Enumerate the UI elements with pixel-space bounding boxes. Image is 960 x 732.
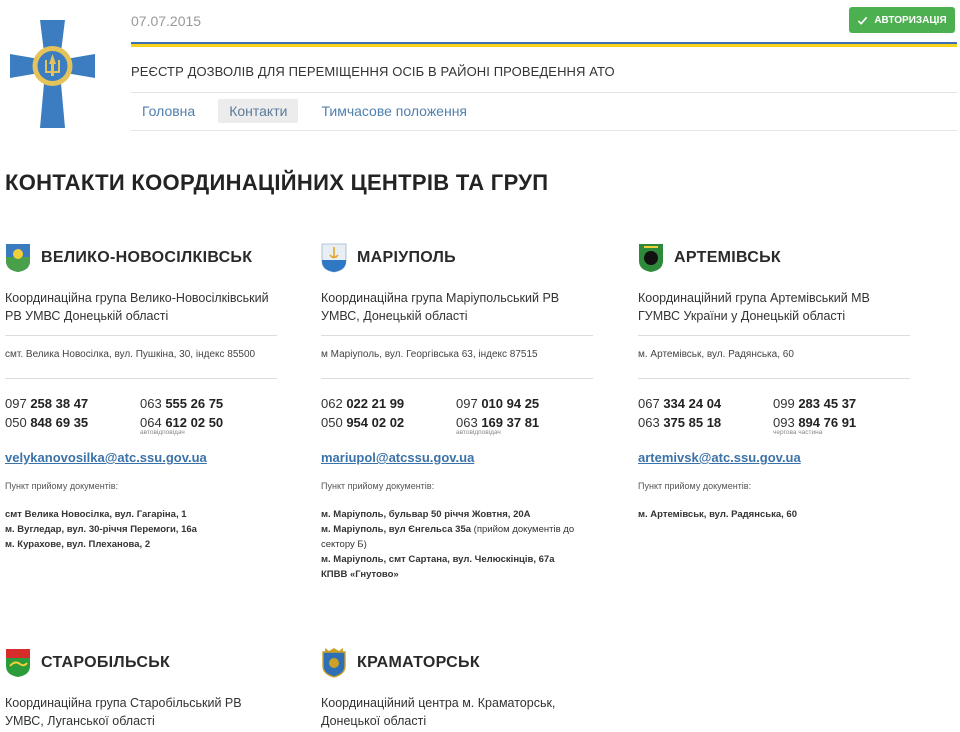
phone-number[interactable]: 063 555 26 75 [140, 394, 275, 413]
site-title: РЕЄСТР ДОЗВОЛІВ ДЛЯ ПЕРЕМІЩЕННЯ ОСІБ В Р… [131, 64, 615, 79]
reception-item: м. Курахове, вул. Плеханова, 2 [5, 539, 151, 550]
center-card-starobilsk: СТАРОБІЛЬСЬК Координаційна група Старобі… [5, 648, 277, 730]
reception-item: КПВВ «Гнутово» [321, 569, 399, 580]
group-name: Координаційний центра м. Краматорськ, До… [321, 696, 556, 728]
flag-divider [131, 42, 957, 47]
phone-number[interactable]: 099 283 45 37 [773, 394, 908, 413]
phone-number[interactable]: 097 258 38 47 [5, 394, 140, 413]
address: м. Артемівськ, вул. Радянська, 60 [638, 349, 794, 360]
phone-number[interactable]: 050 848 69 35 [5, 413, 140, 432]
reception-list: смт Велика Новосілка, вул. Гагаріна, 1 м… [5, 507, 277, 552]
checkmark-icon [858, 16, 868, 25]
velyka-novosilka-emblem-icon [6, 244, 30, 272]
reception-item: смт Велика Новосілка, вул. Гагаріна, 1 [5, 509, 187, 520]
reception-label: Пункт прийому документів: [321, 481, 435, 491]
center-card-artemivsk: АРТЕМІВСЬК Координаційний група Артемівс… [638, 243, 910, 522]
address: м Маріуполь, вул. Георгівська 63, індекс… [321, 349, 538, 360]
nav-home[interactable]: Головна [131, 99, 206, 123]
group-name: Координаційна група Маріупольський РВ УМ… [321, 291, 560, 323]
phone-list: 097 258 38 47 063 555 26 75 050 848 69 3… [5, 394, 277, 437]
email-link[interactable]: mariupol@atcssu.gov.ua [321, 450, 474, 465]
center-card-kramatorsk: КРАМАТОРСЬК Координаційний центра м. Кра… [321, 648, 593, 730]
phone-number[interactable]: 063 375 85 18 [638, 413, 773, 432]
city-name: ВЕЛИКО-НОВОСІЛКІВСЬК [41, 249, 253, 266]
auth-button-label: АВТОРИЗАЦІЯ [874, 14, 947, 26]
reception-list: м. Артемівськ, вул. Радянська, 60 [638, 507, 910, 522]
center-card-velyka-novosilka: ВЕЛИКО-НОВОСІЛКІВСЬК Координаційна група… [5, 243, 277, 552]
reception-label: Пункт прийому документів: [5, 481, 119, 491]
phone-note: чергова частина [773, 429, 823, 436]
artemivsk-emblem-icon [639, 244, 663, 272]
starobilsk-emblem-icon [6, 649, 30, 677]
phone-number[interactable]: 062 022 21 99 [321, 394, 456, 413]
email-link[interactable]: artemivsk@atc.ssu.gov.ua [638, 450, 801, 465]
group-name: Координаційна група Старобільський РВ УМ… [5, 696, 242, 728]
reception-item: м. Маріуполь, бульвар 50 річчя Жовтня, 2… [321, 509, 531, 520]
page-title: КОНТАКТИ КООРДИНАЦІЙНИХ ЦЕНТРІВ ТА ГРУП [5, 170, 549, 195]
nav-contacts[interactable]: Контакти [218, 99, 299, 123]
phone-list: 067 334 24 04 099 283 45 37 063 375 85 1… [638, 394, 910, 437]
reception-item: м. Вугледар, вул. 30-річчя Перемоги, 16а [5, 524, 197, 535]
mariupol-emblem-icon [321, 243, 347, 273]
phone-number[interactable]: 050 954 02 02 [321, 413, 456, 432]
divider [131, 130, 957, 131]
group-name: Координаційний група Артемівський МВ ГУМ… [638, 291, 870, 323]
phone-list: 062 022 21 99 097 010 94 25 050 954 02 0… [321, 394, 593, 437]
kramatorsk-emblem-icon [322, 648, 346, 678]
ssu-cross-logo-icon [10, 20, 95, 128]
main-nav: Головна Контакти Тимчасове положення [131, 99, 490, 123]
reception-item: м. Маріуполь, вул Єнгельса 35а (прийом д… [321, 524, 575, 550]
city-name: АРТЕМІВСЬК [674, 249, 781, 266]
group-name: Координаційна група Велико-Новосілківськ… [5, 291, 269, 323]
reception-label: Пункт прийому документів: [638, 481, 752, 491]
address: смт. Велика Новосілка, вул. Пушкіна, 30,… [5, 349, 256, 360]
city-name: МАРІУПОЛЬ [357, 249, 456, 266]
email-link[interactable]: velykanovosilka@atc.ssu.gov.ua [5, 450, 207, 465]
nav-temporary-regulations[interactable]: Тимчасове положення [310, 99, 478, 123]
reception-item: м. Артемівськ, вул. Радянська, 60 [638, 509, 797, 520]
center-card-mariupol: МАРІУПОЛЬ Координаційна група Маріупольс… [321, 243, 593, 582]
city-name: КРАМАТОРСЬК [357, 654, 480, 671]
phone-number[interactable]: 097 010 94 25 [456, 394, 591, 413]
auth-button[interactable]: АВТОРИЗАЦІЯ [849, 7, 955, 33]
header-date: 07.07.2015 [131, 13, 202, 29]
city-name: СТАРОБІЛЬСЬК [41, 654, 171, 671]
phone-note: автовідповідач [456, 429, 501, 436]
phone-note: автовідповідач [140, 429, 185, 436]
reception-item: м. Маріуполь, смт Сартана, вул. Челюскін… [321, 554, 555, 565]
divider [131, 92, 957, 93]
reception-list: м. Маріуполь, бульвар 50 річчя Жовтня, 2… [321, 507, 593, 582]
phone-number[interactable]: 067 334 24 04 [638, 394, 773, 413]
